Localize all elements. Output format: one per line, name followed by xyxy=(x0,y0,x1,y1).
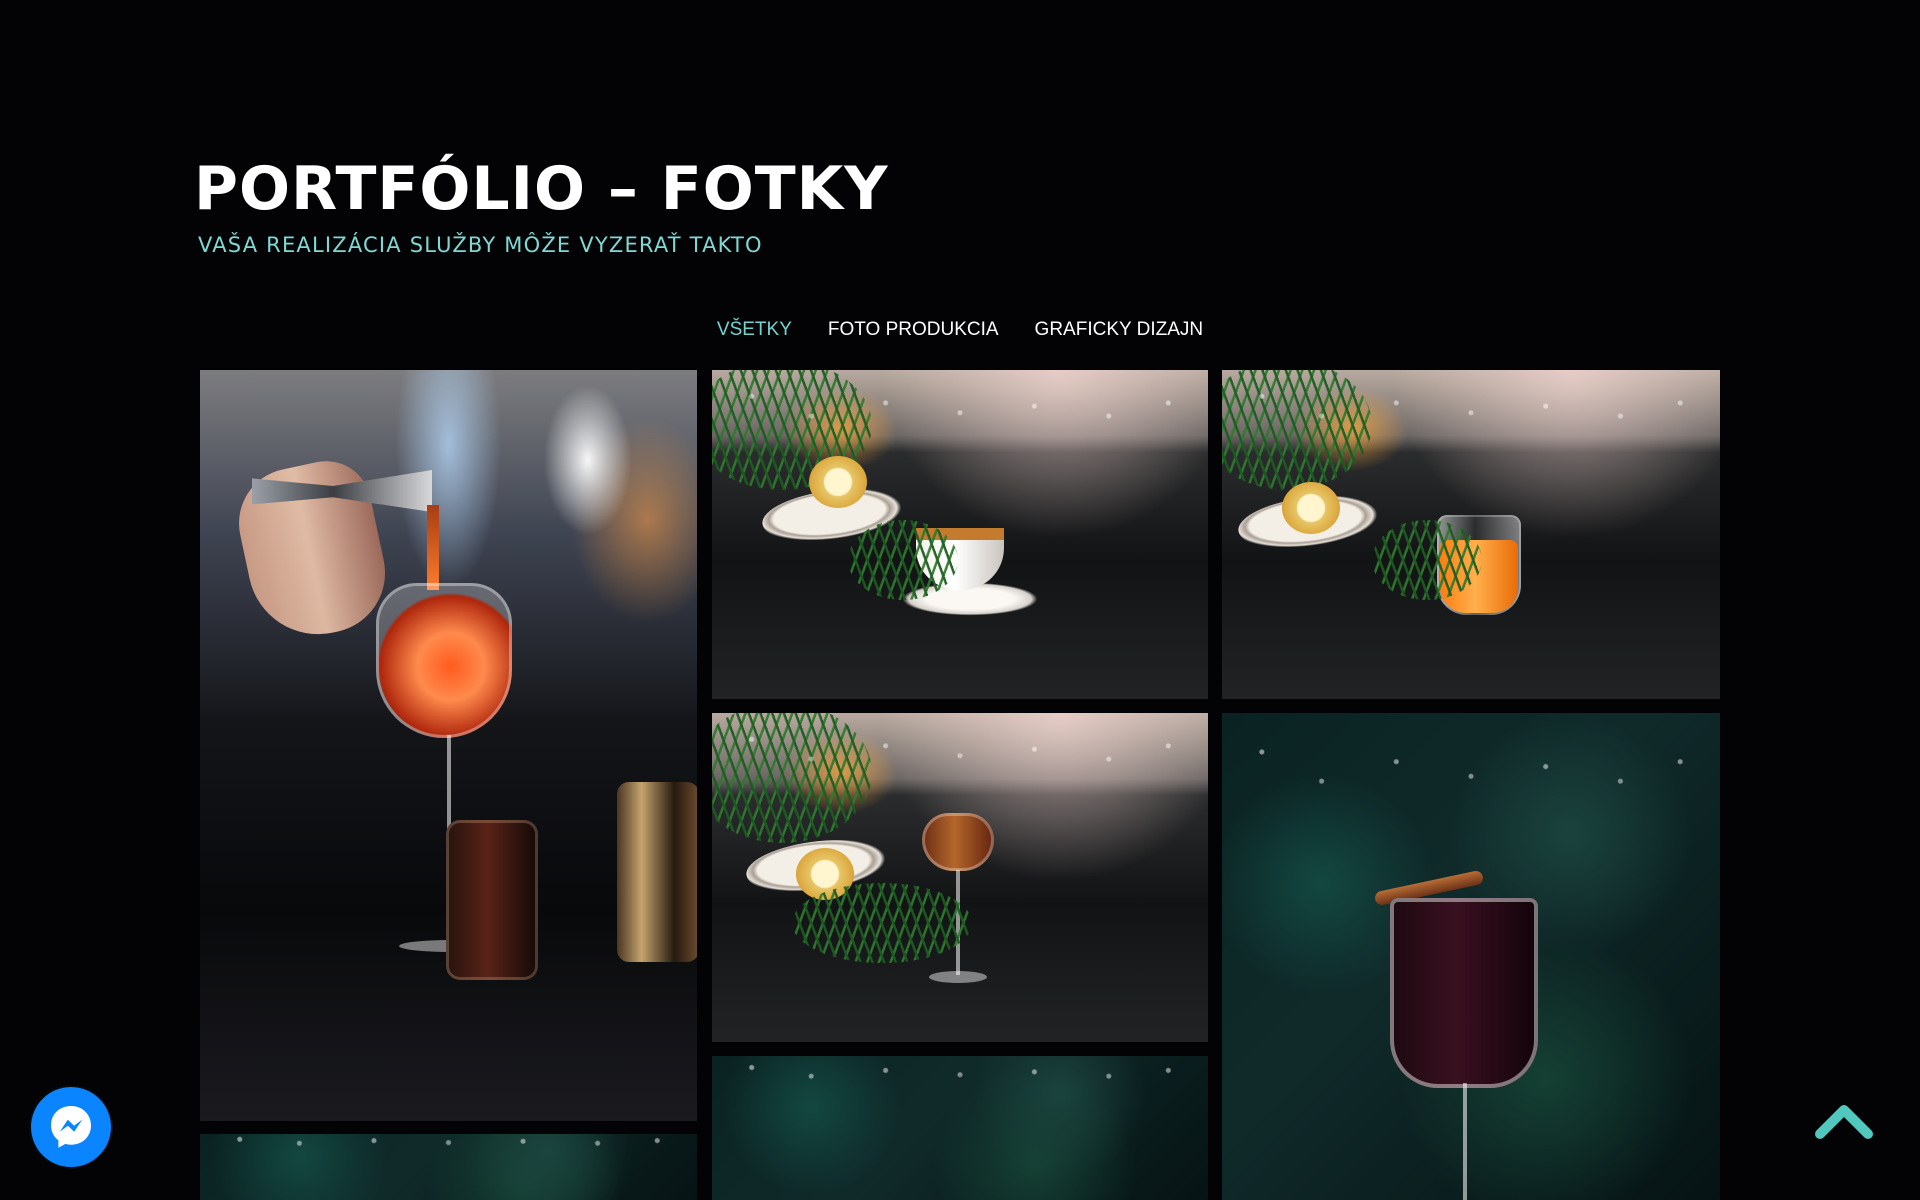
scroll-to-top-button[interactable] xyxy=(1815,1100,1873,1142)
photo-orange-drink[interactable] xyxy=(1222,370,1720,699)
portfolio-gallery xyxy=(0,0,1920,1200)
pine-sprig-detail xyxy=(792,883,972,963)
photo-dark-tree[interactable] xyxy=(200,1134,697,1200)
shaker-tin-detail xyxy=(617,782,697,962)
pine-branch-detail xyxy=(712,713,872,843)
chevron-up-icon xyxy=(1815,1105,1873,1139)
pine-sprig-detail xyxy=(848,520,958,600)
apple-slice-detail xyxy=(809,456,867,508)
pouring-liquid-detail xyxy=(427,505,439,590)
photo-tea-cup[interactable] xyxy=(712,370,1208,699)
glass-base-detail xyxy=(929,971,987,983)
messenger-chat-button[interactable] xyxy=(31,1087,111,1167)
pine-branch-detail xyxy=(1222,370,1372,490)
cocktail-glass-detail xyxy=(376,583,512,738)
messenger-icon xyxy=(51,1106,91,1148)
photo-spritz-pour[interactable] xyxy=(200,370,697,1121)
photo-mulled-wine[interactable] xyxy=(1222,713,1720,1200)
amber-drink-detail xyxy=(922,813,994,871)
portfolio-page: PORTFÓLIO – FOTKY VAŠA REALIZÁCIA SLUŽBY… xyxy=(0,0,1920,1200)
apple-slice-detail xyxy=(1282,482,1340,534)
photo-amber-drink[interactable] xyxy=(712,713,1208,1042)
mulled-wine-detail xyxy=(1390,898,1538,1088)
bitters-bottle-detail xyxy=(446,820,538,980)
glass-stem-detail xyxy=(1463,1083,1467,1200)
photo-tree-lights[interactable] xyxy=(712,1056,1208,1200)
pine-sprig-detail xyxy=(1372,520,1482,600)
